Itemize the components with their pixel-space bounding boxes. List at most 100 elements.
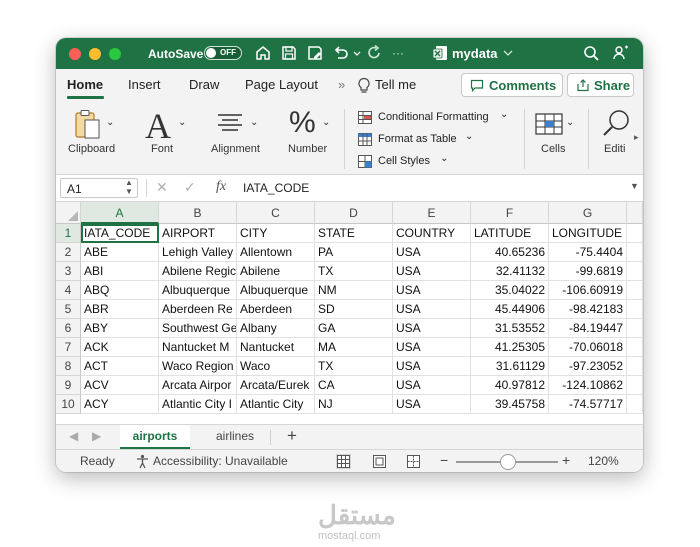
zoom-window-button[interactable]: [109, 48, 121, 60]
zoom-level[interactable]: 120%: [588, 454, 619, 468]
grid-cell[interactable]: Arcata Airpor: [159, 376, 237, 395]
grid-cell[interactable]: Southwest Ge: [159, 319, 237, 338]
column-header[interactable]: G: [549, 202, 627, 224]
grid-cell-overflow[interactable]: [627, 319, 643, 338]
grid-cell-overflow[interactable]: [627, 243, 643, 262]
sheet-scroll-left-icon[interactable]: ◀: [69, 429, 78, 443]
grid-cell[interactable]: USA: [393, 319, 471, 338]
grid-cell[interactable]: GA: [315, 319, 393, 338]
sheet-scroll-right-icon[interactable]: ▶: [92, 429, 101, 443]
select-all-corner[interactable]: [56, 202, 81, 224]
grid-cell[interactable]: USA: [393, 376, 471, 395]
grid-cell[interactable]: ABR: [81, 300, 159, 319]
grid-cell[interactable]: STATE: [315, 224, 393, 243]
grid-cell[interactable]: Abilene Regic: [159, 262, 237, 281]
paste-dropdown-chevron-icon[interactable]: ⌄: [106, 117, 114, 128]
grid-cell[interactable]: Albuquerque: [159, 281, 237, 300]
grid-cell[interactable]: USA: [393, 243, 471, 262]
grid-cell[interactable]: USA: [393, 262, 471, 281]
grid-cell[interactable]: 32.41132: [471, 262, 549, 281]
grid-cell[interactable]: NM: [315, 281, 393, 300]
tab-page-layout[interactable]: Page Layout: [245, 77, 318, 92]
grid-cell[interactable]: Allentown: [237, 243, 315, 262]
column-header[interactable]: D: [315, 202, 393, 224]
undo-icon[interactable]: [332, 44, 350, 62]
grid-cell[interactable]: USA: [393, 395, 471, 414]
more-tabs-chevron-icon[interactable]: »: [338, 77, 345, 92]
name-box[interactable]: A1 ▲ ▼: [60, 178, 138, 198]
column-header[interactable]: F: [471, 202, 549, 224]
grid-cell[interactable]: Aberdeen Re: [159, 300, 237, 319]
confirm-formula-icon[interactable]: ✓: [184, 179, 196, 196]
sheet-tab-airports[interactable]: airports: [120, 425, 190, 449]
grid-cell[interactable]: TX: [315, 357, 393, 376]
save-icon[interactable]: [280, 44, 298, 62]
grid-cell[interactable]: USA: [393, 281, 471, 300]
row-header[interactable]: 4: [56, 281, 81, 300]
grid-cell[interactable]: ABE: [81, 243, 159, 262]
active-cell[interactable]: IATA_CODE: [81, 224, 159, 243]
grid-cell[interactable]: PA: [315, 243, 393, 262]
grid-cell[interactable]: USA: [393, 338, 471, 357]
grid-cell[interactable]: 31.53552: [471, 319, 549, 338]
search-icon[interactable]: [582, 44, 600, 62]
grid-cell[interactable]: Waco Region: [159, 357, 237, 376]
grid-cell[interactable]: USA: [393, 357, 471, 376]
accessibility-icon[interactable]: [135, 454, 150, 469]
accessibility-status[interactable]: Accessibility: Unavailable: [153, 454, 288, 468]
font-icon[interactable]: A: [145, 105, 171, 147]
grid-cell[interactable]: ACY: [81, 395, 159, 414]
grid-cell[interactable]: Waco: [237, 357, 315, 376]
grid-cell-overflow[interactable]: [627, 357, 643, 376]
grid-cell[interactable]: ABQ: [81, 281, 159, 300]
expand-formula-bar-icon[interactable]: ▼: [630, 181, 639, 191]
ribbon-scroll-right-icon[interactable]: ▸: [634, 132, 639, 143]
row-header[interactable]: 7: [56, 338, 81, 357]
grid-cell[interactable]: -106.60919: [549, 281, 627, 300]
grid-cell-overflow[interactable]: [627, 300, 643, 319]
share-people-icon[interactable]: [612, 44, 630, 62]
grid-cell[interactable]: SD: [315, 300, 393, 319]
grid-cell-overflow[interactable]: [627, 281, 643, 300]
grid-cell[interactable]: Arcata/Eurek: [237, 376, 315, 395]
page-break-view-icon[interactable]: [406, 454, 421, 469]
grid-cell-overflow[interactable]: [627, 338, 643, 357]
grid-cell[interactable]: 40.65236: [471, 243, 549, 262]
grid-cell-overflow[interactable]: [627, 224, 643, 243]
grid-cell[interactable]: MA: [315, 338, 393, 357]
grid-cell[interactable]: Albany: [237, 319, 315, 338]
column-header[interactable]: E: [393, 202, 471, 224]
grid-cell[interactable]: -98.42183: [549, 300, 627, 319]
column-header[interactable]: B: [159, 202, 237, 224]
grid-cell[interactable]: Atlantic City: [237, 395, 315, 414]
insert-function-icon[interactable]: fx: [216, 179, 226, 195]
grid-cell[interactable]: CITY: [237, 224, 315, 243]
number-dropdown-chevron-icon[interactable]: ⌄: [322, 117, 330, 128]
grid-cell[interactable]: COUNTRY: [393, 224, 471, 243]
grid-cell[interactable]: 31.61129: [471, 357, 549, 376]
minimize-window-button[interactable]: [89, 48, 101, 60]
grid-cell[interactable]: ABI: [81, 262, 159, 281]
row-header[interactable]: 8: [56, 357, 81, 376]
grid-cell[interactable]: NJ: [315, 395, 393, 414]
paste-clipboard-icon[interactable]: [73, 109, 103, 141]
tab-insert[interactable]: Insert: [128, 77, 161, 92]
undo-dropdown-chevron-icon[interactable]: [352, 44, 362, 62]
tab-draw[interactable]: Draw: [189, 77, 219, 92]
formula-input[interactable]: IATA_CODE: [243, 181, 309, 195]
grid-cell[interactable]: Aberdeen: [237, 300, 315, 319]
editing-search-icon[interactable]: [601, 109, 631, 139]
cancel-formula-icon[interactable]: ✕: [156, 179, 168, 196]
alignment-icon[interactable]: [216, 112, 244, 136]
zoom-slider-thumb[interactable]: [500, 454, 516, 470]
column-header[interactable]: C: [237, 202, 315, 224]
grid-cell[interactable]: Albuquerque: [237, 281, 315, 300]
grid-cell[interactable]: AIRPORT: [159, 224, 237, 243]
grid-cell-overflow[interactable]: [627, 395, 643, 414]
grid-cell[interactable]: -97.23052: [549, 357, 627, 376]
zoom-in-button[interactable]: +: [562, 452, 570, 468]
grid-cell-overflow[interactable]: [627, 376, 643, 395]
grid-cell[interactable]: Nantucket: [237, 338, 315, 357]
row-header[interactable]: 2: [56, 243, 81, 262]
more-toolbar-icon[interactable]: ···: [392, 46, 404, 60]
